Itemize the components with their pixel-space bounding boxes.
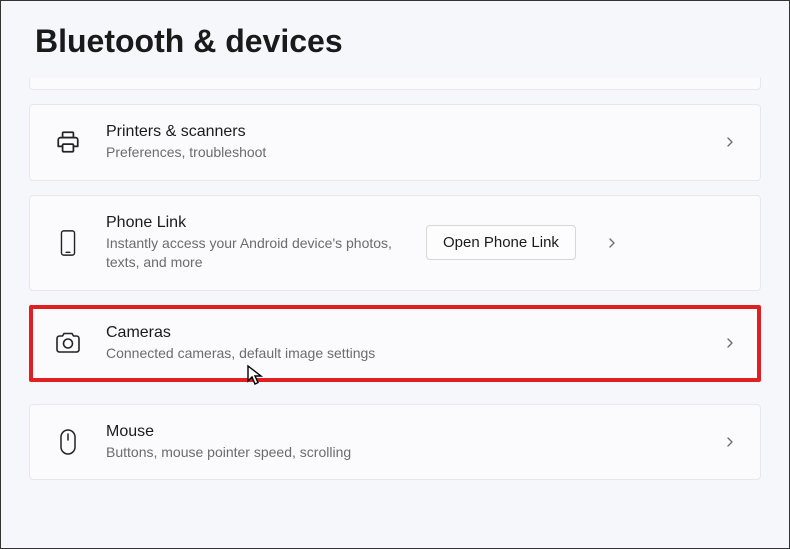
card-title: Cameras [106, 324, 722, 342]
chevron-right-icon [722, 434, 738, 450]
setting-card-cameras[interactable]: Cameras Connected cameras, default image… [29, 305, 761, 382]
card-text: Mouse Buttons, mouse pointer speed, scro… [106, 423, 722, 462]
setting-card-phone-link[interactable]: Phone Link Instantly access your Android… [29, 195, 761, 291]
card-subtitle: Buttons, mouse pointer speed, scrolling [106, 443, 722, 462]
printer-icon [54, 128, 82, 156]
card-text: Printers & scanners Preferences, trouble… [106, 123, 722, 162]
setting-card-printers[interactable]: Printers & scanners Preferences, trouble… [29, 104, 761, 181]
open-phone-link-button[interactable]: Open Phone Link [426, 225, 576, 260]
card-title: Phone Link [106, 214, 426, 232]
card-title: Printers & scanners [106, 123, 722, 141]
phone-icon [54, 229, 82, 257]
card-subtitle: Connected cameras, default image setting… [106, 344, 722, 363]
page-title: Bluetooth & devices [1, 1, 789, 78]
card-subtitle: Instantly access your Android device's p… [106, 234, 426, 272]
settings-list: Printers & scanners Preferences, trouble… [1, 78, 789, 480]
partial-card-top [29, 78, 761, 90]
camera-icon [54, 329, 82, 357]
card-text: Cameras Connected cameras, default image… [106, 324, 722, 363]
mouse-icon [54, 428, 82, 456]
card-title: Mouse [106, 423, 722, 441]
setting-card-mouse[interactable]: Mouse Buttons, mouse pointer speed, scro… [29, 404, 761, 481]
chevron-right-icon [722, 134, 738, 150]
card-subtitle: Preferences, troubleshoot [106, 143, 722, 162]
chevron-right-icon [722, 335, 738, 351]
chevron-right-icon [604, 235, 620, 251]
card-text: Phone Link Instantly access your Android… [106, 214, 426, 272]
